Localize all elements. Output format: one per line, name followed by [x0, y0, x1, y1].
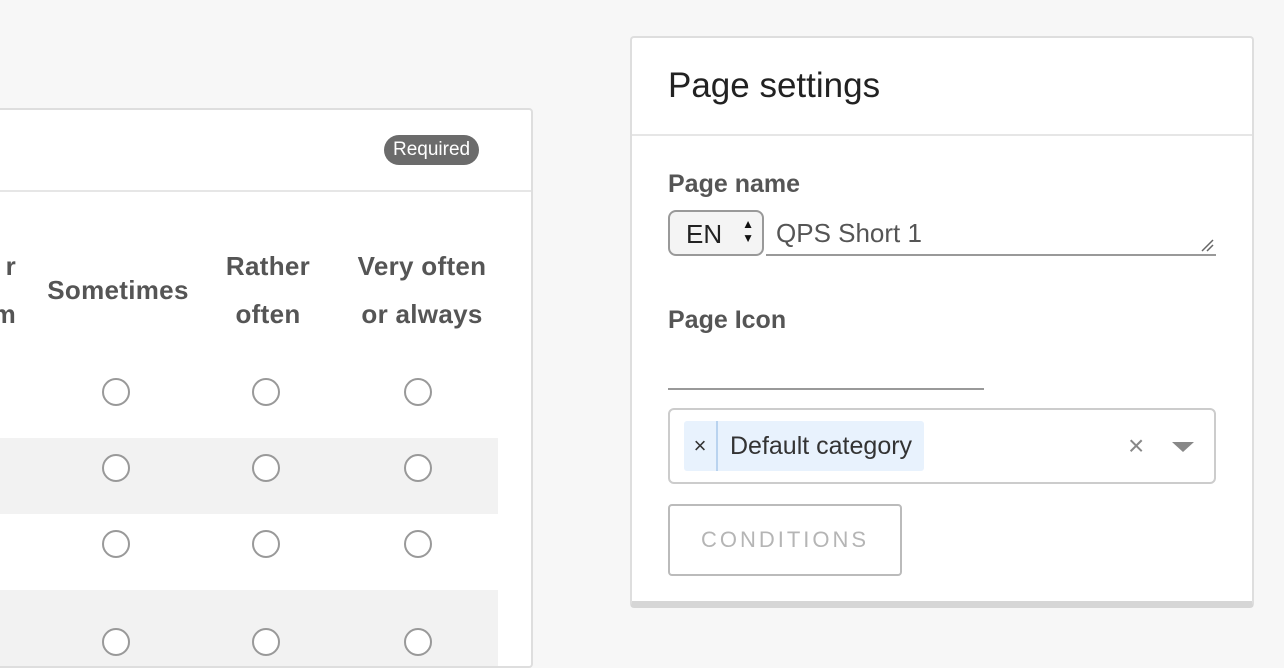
page-icon-input[interactable]	[668, 388, 984, 390]
clear-icon[interactable]: ×	[1128, 428, 1144, 464]
radio-option[interactable]	[102, 454, 130, 482]
radio-option[interactable]	[252, 530, 280, 558]
page-settings-panel: Page settings Page name EN ▲ ▼ QPS Short …	[630, 36, 1254, 608]
panel-title: Page settings	[668, 66, 881, 105]
question-card: Required r m Sometimes Rather often Very…	[0, 108, 533, 668]
page-icon-label: Page Icon	[668, 306, 787, 334]
divider	[632, 134, 1252, 136]
page-name-value: QPS Short 1	[776, 218, 922, 248]
category-tag: × Default category	[684, 421, 925, 471]
column-header-rather-often: Rather often	[225, 251, 311, 329]
category-select[interactable]: × Default category ×	[668, 408, 1216, 484]
radio-option[interactable]	[252, 454, 280, 482]
column-header-partial: r m	[0, 251, 16, 329]
category-tag-label: Default category	[730, 432, 913, 460]
column-header-sometimes: Sometimes	[47, 275, 189, 305]
language-select[interactable]: EN ▲ ▼	[668, 210, 764, 256]
radio-option[interactable]	[102, 530, 130, 558]
question-header: Required	[0, 110, 531, 192]
remove-tag-icon[interactable]: ×	[684, 421, 718, 471]
radio-option[interactable]	[404, 378, 432, 406]
page-name-label: Page name	[668, 170, 801, 198]
select-arrows-icon: ▲ ▼	[742, 217, 754, 245]
page-name-input[interactable]: QPS Short 1	[766, 210, 1216, 256]
column-header-very-often: Very often or always	[357, 251, 487, 329]
radio-option[interactable]	[404, 530, 432, 558]
radio-option[interactable]	[102, 378, 130, 406]
resize-handle-icon[interactable]	[1200, 238, 1214, 252]
language-value: EN	[686, 219, 723, 249]
radio-option[interactable]	[252, 378, 280, 406]
dropdown-caret-icon[interactable]	[1172, 442, 1194, 452]
required-badge: Required	[384, 135, 480, 165]
radio-option[interactable]	[404, 454, 432, 482]
conditions-button[interactable]: CONDITIONS	[668, 504, 902, 576]
